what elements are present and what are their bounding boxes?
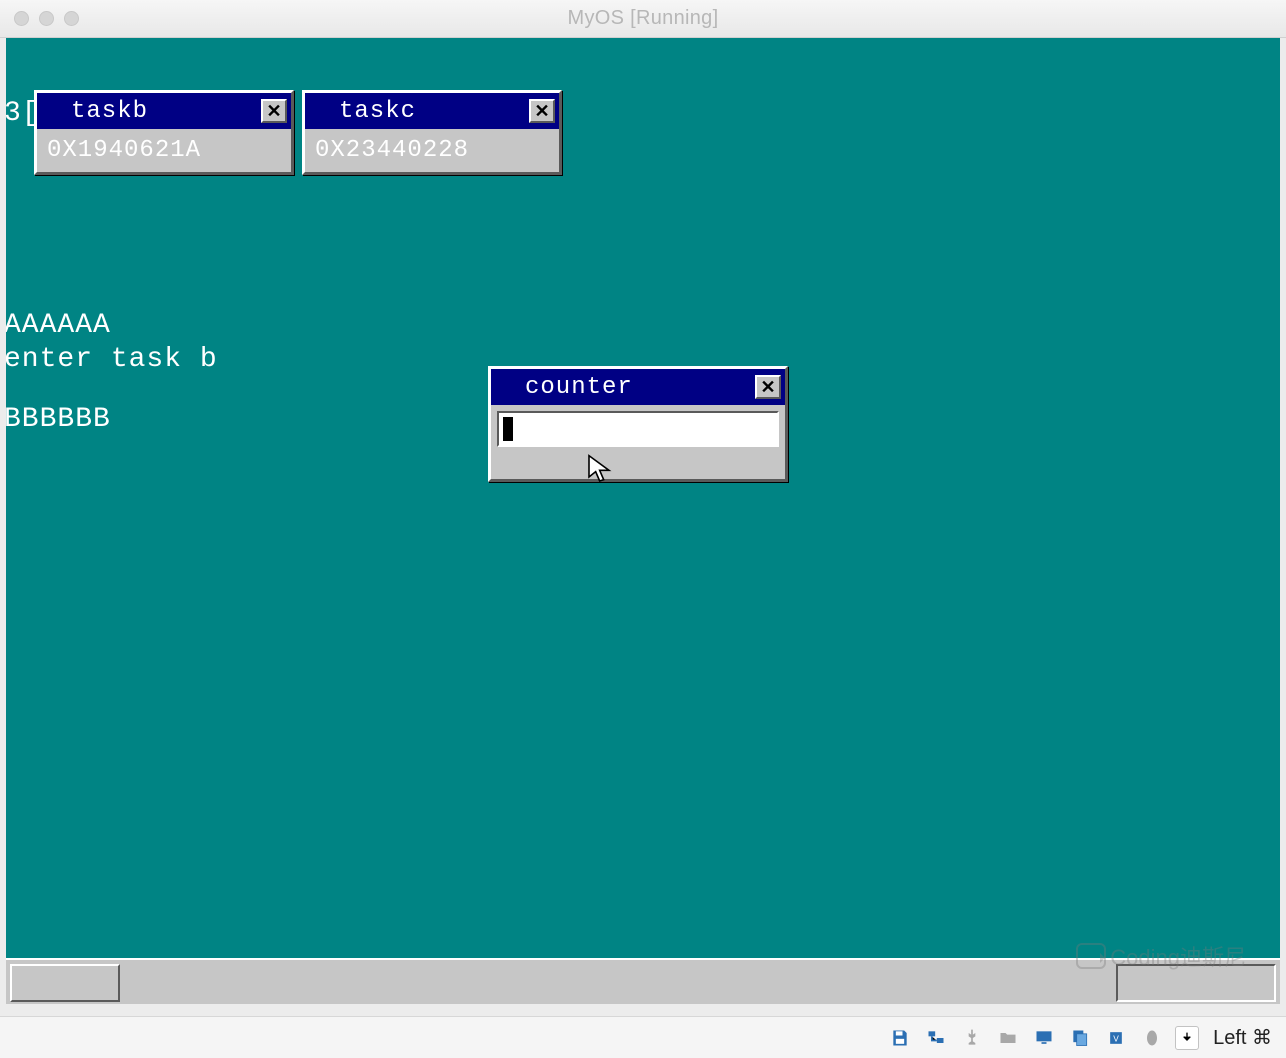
mouse-icon[interactable] — [1139, 1027, 1165, 1049]
close-icon[interactable]: ✕ — [529, 99, 555, 123]
clipboard-icon[interactable] — [1067, 1027, 1093, 1049]
host-window-title: MyOS [Running] — [0, 7, 1286, 30]
window-taskb-value: 0X1940621A — [37, 129, 291, 172]
guest-desktop[interactable]: 3[ AAAAAA enter task b BBBBBB taskb ✕ 0X… — [6, 38, 1280, 968]
chip-icon[interactable]: V — [1103, 1027, 1129, 1049]
window-taskc-title: taskc — [339, 98, 529, 125]
minimize-window-icon[interactable] — [39, 11, 54, 26]
usb-icon[interactable] — [959, 1027, 985, 1049]
capture-arrow-icon[interactable] — [1175, 1026, 1199, 1050]
svg-text:V: V — [1113, 1033, 1119, 1043]
close-icon[interactable]: ✕ — [261, 99, 287, 123]
close-window-icon[interactable] — [14, 11, 29, 26]
host-status-bar: V Left ⌘ — [0, 1016, 1286, 1058]
desktop-text-enter-task: enter task b — [6, 344, 218, 375]
display-icon[interactable] — [1031, 1027, 1057, 1049]
window-taskb-title: taskb — [71, 98, 261, 125]
network-icon[interactable] — [923, 1027, 949, 1049]
window-counter-title: counter — [525, 374, 755, 401]
text-cursor-icon — [503, 417, 513, 441]
floppy-icon[interactable] — [887, 1027, 913, 1049]
window-taskb-titlebar[interactable]: taskb ✕ — [37, 93, 291, 129]
window-taskc[interactable]: taskc ✕ 0X23440228 — [302, 90, 562, 175]
desktop-text-bbbbbb: BBBBBB — [6, 404, 111, 435]
guest-taskbar — [6, 958, 1280, 1004]
folder-icon[interactable] — [995, 1027, 1021, 1049]
close-icon[interactable]: ✕ — [755, 375, 781, 399]
taskbar-tray[interactable] — [1116, 964, 1276, 1002]
desktop-text-aaaaaa: AAAAAA — [6, 310, 111, 341]
window-controls — [14, 11, 79, 26]
start-button[interactable] — [10, 964, 120, 1002]
window-counter-titlebar[interactable]: counter ✕ — [491, 369, 785, 405]
zoom-window-icon[interactable] — [64, 11, 79, 26]
counter-input[interactable] — [497, 411, 779, 447]
window-taskb[interactable]: taskb ✕ 0X1940621A — [34, 90, 294, 175]
host-titlebar: MyOS [Running] — [0, 0, 1286, 38]
window-taskc-value: 0X23440228 — [305, 129, 559, 172]
host-capture-key: Left ⌘ — [1213, 1025, 1272, 1050]
window-counter[interactable]: counter ✕ — [488, 366, 788, 482]
window-taskc-titlebar[interactable]: taskc ✕ — [305, 93, 559, 129]
